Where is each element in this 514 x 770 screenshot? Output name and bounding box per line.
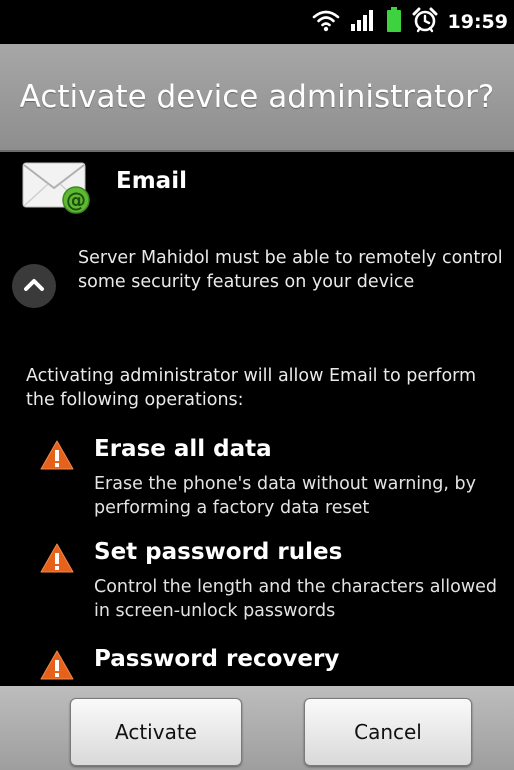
permission-title: Set password rules — [94, 539, 343, 565]
svg-text:@: @ — [66, 188, 86, 212]
app-name: Email — [116, 168, 187, 194]
permission-title: Erase all data — [94, 436, 272, 462]
email-icon: @ — [22, 162, 94, 214]
permission-description: Erase the phone's data without warning, … — [94, 474, 476, 518]
dialog-content[interactable]: @ Email Server Mahidol must be able to r… — [0, 152, 514, 686]
status-icons: 19:59 — [312, 7, 514, 37]
warning-icon — [40, 543, 74, 573]
cancel-button[interactable]: Cancel — [304, 698, 472, 766]
status-bar: 19:59 — [0, 0, 514, 44]
status-time: 19:59 — [447, 11, 508, 33]
dialog-title-bar: Activate device administrator? — [0, 44, 514, 152]
permission-title: Password recovery — [94, 646, 340, 672]
operations-intro: Activating administrator will allow Emai… — [26, 366, 477, 410]
button-bar: Activate Cancel — [0, 686, 514, 770]
wifi-icon — [312, 8, 340, 36]
dialog-title: Activate device administrator? — [19, 79, 495, 115]
battery-icon — [386, 7, 402, 37]
permission-description: Control the length and the characters al… — [94, 577, 498, 621]
warning-icon — [40, 650, 74, 680]
collapse-button[interactable] — [12, 264, 56, 308]
alarm-icon — [412, 7, 438, 37]
chevron-up-icon — [23, 276, 45, 296]
admin-description: Server Mahidol must be able to remotely … — [78, 248, 503, 292]
activate-button[interactable]: Activate — [70, 698, 242, 766]
signal-icon — [350, 8, 376, 36]
app-row: @ Email — [22, 162, 187, 214]
warning-icon — [40, 440, 74, 470]
